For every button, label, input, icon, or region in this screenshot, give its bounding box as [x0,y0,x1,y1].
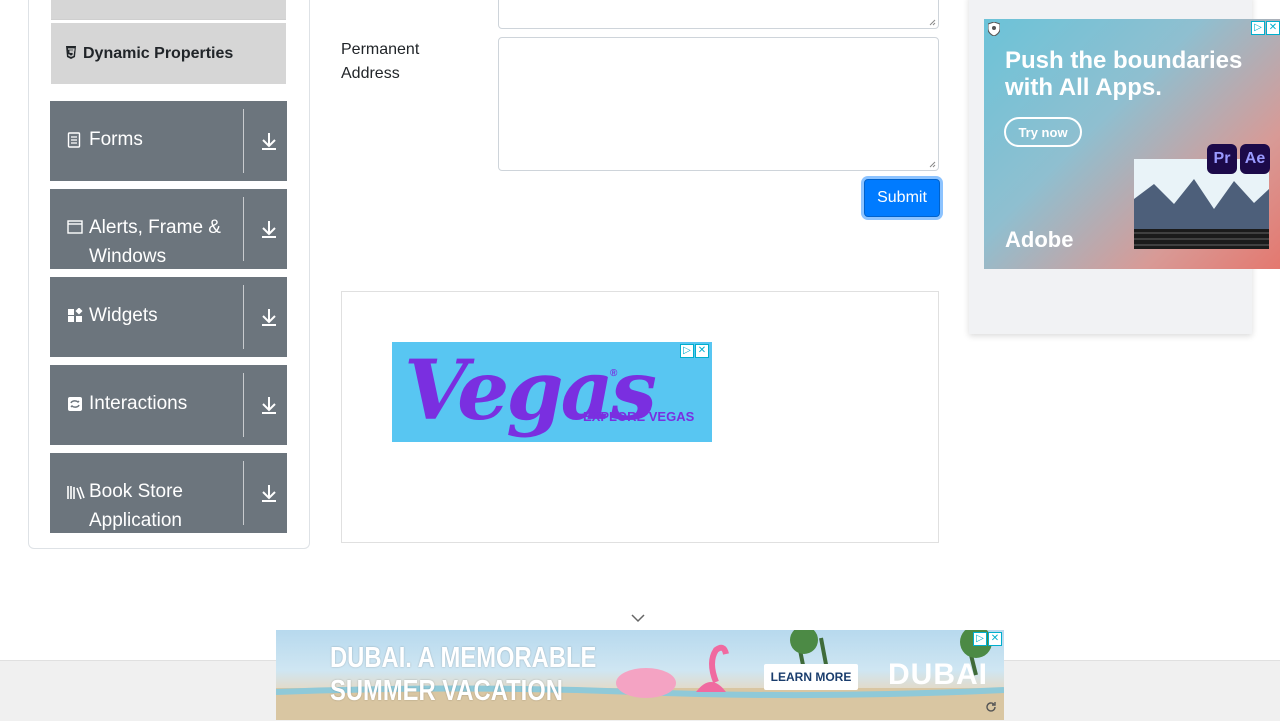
premiere-pro-icon: Pr [1207,144,1237,174]
resize-grip-icon[interactable] [929,19,936,26]
window-icon [67,220,83,238]
close-ad-icon[interactable]: ✕ [988,632,1002,646]
chevron-down-icon[interactable] [630,612,646,624]
sidebar-item-dynamic-properties[interactable]: Dynamic Properties [51,23,286,84]
dubai-headline-line2: SUMMER VACATION [330,675,563,707]
books-icon [67,484,85,504]
dubai-headline: DUBAI. A MEMORABLE SUMMER VACATION [330,642,596,708]
adobe-headline: Push the boundaries with All Apps. [1005,47,1243,101]
adchoices-icon[interactable]: ▷ [973,632,987,646]
sidebar-item-label: Dynamic Properties [83,44,234,62]
document-icon [67,132,83,152]
pool-float-image [616,668,676,698]
download-icon[interactable] [257,305,281,329]
download-icon[interactable] [257,129,281,153]
widgets-icon [67,307,83,328]
vegas-ad[interactable]: Vegas ® EXPLORE VEGAS ▷ ✕ [392,342,712,442]
dubai-logo: DUBAI [888,658,988,691]
permanent-address-label: Permanent Address [341,41,420,82]
vegas-logo: Vegas [404,343,657,439]
adchoices-icon[interactable]: ▷ [680,344,694,358]
sidebar-group-widgets[interactable]: Widgets [50,277,287,357]
interactions-icon [67,396,83,416]
permanent-address-textarea[interactable] [498,37,939,171]
group-label: Forms [89,129,143,150]
try-now-button[interactable]: Try now [1004,117,1082,147]
download-icon[interactable] [257,481,281,505]
html5-icon [65,45,77,62]
vegas-registered-mark: ® [610,368,618,379]
dubai-ad[interactable]: DUBAI. A MEMORABLE SUMMER VACATION LEARN… [276,630,1004,720]
group-label: Book Store Application [89,481,183,531]
after-effects-icon: Ae [1240,144,1270,174]
flamingo-float-image [696,644,729,692]
sidebar-group-forms[interactable]: Forms [50,101,287,181]
divider [243,461,244,525]
sidebar-group-interactions[interactable]: Interactions [50,365,287,445]
close-ad-icon[interactable]: ✕ [1266,21,1280,35]
submit-button[interactable]: Submit [864,179,940,217]
divider [243,109,244,173]
group-label: Alerts, Frame & Windows [89,217,221,267]
group-label: Interactions [89,393,188,414]
resize-grip-icon[interactable] [929,161,936,168]
sidebar-group-book-store[interactable]: Book Store Application [50,453,287,533]
divider [243,373,244,437]
shield-icon[interactable] [988,22,1000,36]
sidebar-group-alerts[interactable]: Alerts, Frame & Windows [50,189,287,269]
close-ad-icon[interactable]: ✕ [695,344,709,358]
divider [243,197,244,261]
download-icon[interactable] [257,393,281,417]
refresh-icon[interactable] [984,700,998,714]
adobe-logo: Adobe [1005,227,1074,252]
explore-vegas-link[interactable]: EXPLORE VEGAS [583,409,694,424]
sidebar-subitem[interactable] [51,0,286,20]
group-label: Widgets [89,305,158,326]
learn-more-button[interactable]: LEARN MORE [764,664,858,690]
divider [243,285,244,349]
download-icon[interactable] [257,217,281,241]
adobe-ad[interactable]: Push the boundaries with All Apps. Try n… [984,19,1280,269]
adchoices-icon[interactable]: ▷ [1251,21,1265,35]
dubai-headline-line1: DUBAI. A MEMORABLE [330,642,597,674]
current-address-textarea[interactable] [498,0,939,29]
